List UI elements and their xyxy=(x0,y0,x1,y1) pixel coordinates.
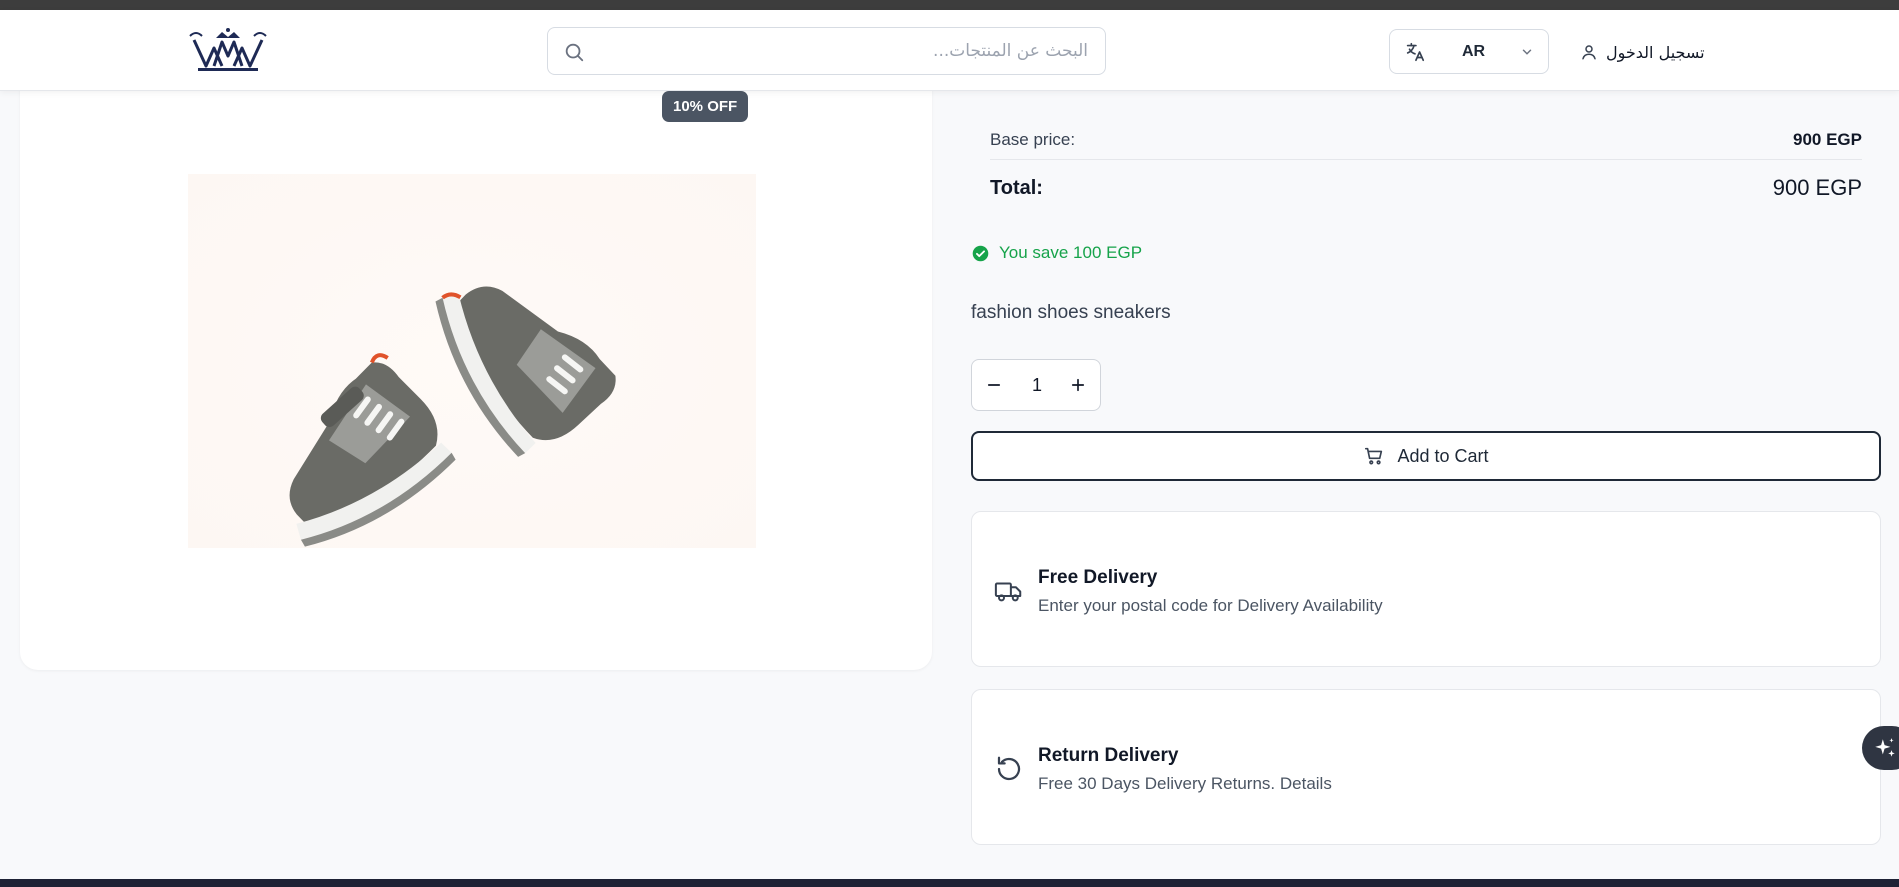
plus-icon xyxy=(1071,378,1085,392)
cart-icon xyxy=(1365,447,1383,465)
check-circle-icon xyxy=(972,245,989,261)
savings-text: You save 100 EGP xyxy=(999,243,1143,262)
free-delivery-subtitle: Enter your postal code for Delivery Avai… xyxy=(1038,596,1383,615)
add-to-cart-button[interactable]: Add to Cart xyxy=(971,431,1881,481)
login-link[interactable]: تسجيل الدخول xyxy=(1580,40,1705,64)
discount-badge: 10% OFF xyxy=(662,91,749,122)
base-price-value: 900 EGP xyxy=(1793,129,1862,149)
chevron-down-icon xyxy=(1522,49,1532,55)
product-image[interactable] xyxy=(188,174,756,548)
footer-strip xyxy=(0,879,1899,887)
free-delivery-card: Free Delivery Enter your postal code for… xyxy=(971,511,1881,667)
quantity-stepper[interactable]: 1 xyxy=(971,359,1101,411)
ai-assistant-button[interactable] xyxy=(1862,726,1899,770)
login-label: تسجيل الدخول xyxy=(1606,42,1705,62)
top-strip xyxy=(0,0,1899,10)
brand-logo[interactable] xyxy=(188,26,268,74)
price-summary: Base price: 900 EGP Total: 900 EGP xyxy=(990,120,1862,216)
language-code: AR xyxy=(1462,43,1486,60)
base-price-row: Base price: 900 EGP xyxy=(990,120,1862,160)
add-to-cart-label: Add to Cart xyxy=(1397,445,1489,466)
search-icon xyxy=(565,43,584,62)
search-input[interactable] xyxy=(598,36,1088,66)
translate-icon xyxy=(1406,42,1425,62)
search-box[interactable] xyxy=(547,27,1106,75)
quantity-value: 1 xyxy=(1031,375,1042,395)
total-label: Total: xyxy=(990,176,1043,199)
minus-icon xyxy=(987,384,1001,386)
sparkles-icon xyxy=(1875,738,1895,757)
rotate-ccw-icon xyxy=(997,756,1021,781)
base-price-label: Base price: xyxy=(990,129,1076,149)
site-header: AR تسجيل الدخول xyxy=(0,10,1899,91)
increase-quantity-button[interactable] xyxy=(1058,360,1098,410)
savings-note: You save 100 EGP xyxy=(972,243,1142,263)
return-delivery-title: Return Delivery xyxy=(1038,745,1179,766)
total-value: 900 EGP xyxy=(1772,175,1862,200)
language-selector[interactable]: AR xyxy=(1389,29,1549,74)
truck-icon xyxy=(994,582,1022,602)
return-delivery-subtitle[interactable]: Free 30 Days Delivery Returns. Details xyxy=(1038,774,1332,794)
product-description: fashion shoes sneakers xyxy=(971,302,1171,323)
free-delivery-title: Free Delivery xyxy=(1038,567,1158,588)
return-delivery-card: Return Delivery Free 30 Days Delivery Re… xyxy=(971,689,1881,845)
user-icon xyxy=(1582,45,1596,60)
decrease-quantity-button[interactable] xyxy=(974,360,1014,410)
total-row: Total: 900 EGP xyxy=(990,160,1862,216)
